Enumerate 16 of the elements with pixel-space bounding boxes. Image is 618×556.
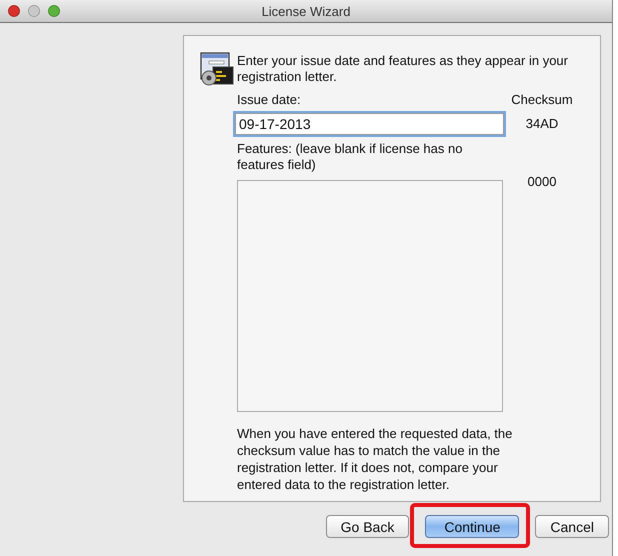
field-label: Issue date: [237, 92, 302, 108]
zoom-icon[interactable] [48, 5, 60, 17]
wizard-button[interactable]: Go Back [326, 515, 410, 538]
minimize-icon[interactable] [28, 5, 40, 17]
wizard-button[interactable]: Continue [425, 515, 520, 538]
input-field[interactable]: 09-17-2013 [235, 113, 504, 135]
certificate-lock-icon [200, 52, 234, 86]
window-title: License Wizard [262, 4, 350, 18]
checksum-value: 0000 [526, 174, 558, 190]
column-heading: Checksum [510, 92, 574, 108]
field-label: Features: (leave blank if license has no features field) [237, 141, 464, 173]
instruction-text: Enter your issue date and features as they appear in your registration letter. [237, 53, 569, 86]
checksum-value: 34AD [524, 116, 560, 132]
wizard-button[interactable]: Cancel [535, 515, 609, 538]
help-text: When you have entered the requested data, the checksum value has to match the value in the registration letter. If it does not, compare your entered data to the registration letter. [237, 425, 514, 493]
close-icon[interactable] [8, 5, 20, 17]
